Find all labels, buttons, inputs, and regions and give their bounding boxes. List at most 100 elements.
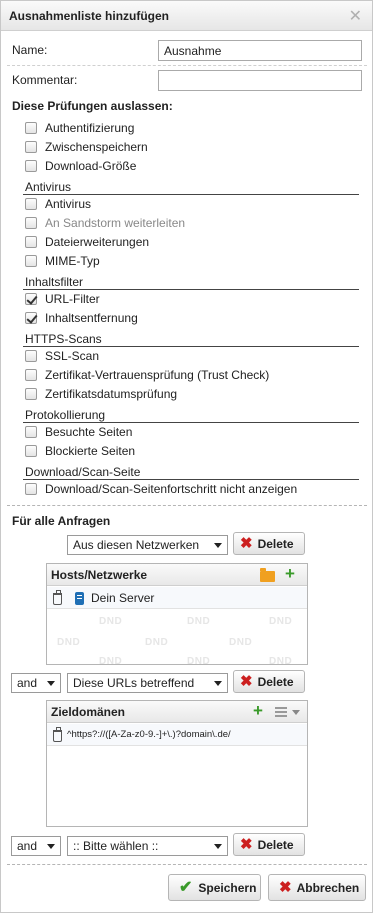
delete-button[interactable]: ✖ Delete	[233, 670, 305, 693]
panel-title: Hosts/Netzwerke	[51, 568, 148, 582]
operator-select[interactable]: and	[11, 836, 61, 856]
group-label-antivirus: Antivirus	[25, 180, 72, 194]
checkbox[interactable]	[25, 255, 37, 267]
url-rule-select[interactable]: Diese URLs betreffend	[67, 673, 228, 693]
panel-header: Zieldomänen +	[47, 701, 307, 723]
chevron-down-icon	[214, 844, 222, 849]
drop-hint: DND	[57, 637, 81, 648]
drop-hint: DND	[269, 616, 293, 627]
checkbox-mime-type[interactable]: MIME-Typ	[25, 253, 100, 269]
checkbox-trust-check[interactable]: Zertifikat-Vertrauensprüfung (Trust Chec…	[25, 367, 269, 383]
checkbox	[25, 217, 37, 229]
checkbox-cert-date[interactable]: Zertifikatsdatumsprüfung	[25, 386, 177, 402]
group-divider	[23, 479, 359, 480]
list-item[interactable]: ^https?://([A-Za-z0-9.-]+\.)?domain\.de/	[47, 724, 307, 746]
footer-divider	[7, 864, 367, 865]
hosts-networks-panel: Hosts/Netzwerke + Dein Server DND DND DN…	[46, 563, 308, 667]
name-label: Name:	[12, 43, 48, 57]
close-icon[interactable]: ✕	[349, 6, 362, 26]
checkbox-ssl-scan[interactable]: SSL-Scan	[25, 348, 99, 364]
trash-icon[interactable]	[53, 590, 62, 605]
checkbox[interactable]	[25, 122, 37, 134]
checkbox[interactable]	[25, 141, 37, 153]
form-separator	[7, 65, 367, 66]
checkbox[interactable]	[25, 445, 37, 457]
delete-icon: ✖	[240, 836, 253, 853]
add-exception-dialog: Ausnahmenliste hinzufügen ✕ Name: Kommen…	[0, 0, 373, 913]
checkbox-blocked-pages[interactable]: Blockierte Seiten	[25, 443, 135, 459]
checkbox[interactable]	[25, 369, 37, 381]
chevron-down-icon	[214, 543, 222, 548]
skip-checks-title: Diese Prüfungen auslassen:	[12, 99, 173, 113]
trash-icon[interactable]	[53, 727, 62, 742]
checkbox-file-extensions[interactable]: Dateierweiterungen	[25, 234, 149, 250]
section-divider	[7, 505, 367, 506]
server-icon	[75, 592, 84, 605]
check-icon: ✔	[179, 878, 193, 896]
group-label-logging: Protokollierung	[25, 408, 106, 422]
drop-hint: DND	[99, 616, 123, 627]
save-button[interactable]: ✔ Speichern	[168, 874, 261, 901]
network-rule-select[interactable]: Aus diesen Netzwerken	[67, 535, 228, 555]
host-name: Dein Server	[91, 591, 155, 605]
checkbox[interactable]	[25, 236, 37, 248]
chevron-down-icon	[47, 844, 55, 849]
delete-button[interactable]: ✖ Delete	[233, 532, 305, 555]
checkbox[interactable]	[25, 160, 37, 172]
operator-select[interactable]: and	[11, 673, 61, 693]
group-divider	[23, 289, 359, 290]
rule-type-select[interactable]: :: Bitte wählen ::	[67, 836, 228, 856]
group-label-https: HTTPS-Scans	[25, 332, 102, 346]
name-input[interactable]	[158, 40, 362, 61]
chevron-down-icon	[47, 681, 55, 686]
domain-regex: ^https?://([A-Za-z0-9.-]+\.)?domain\.de/	[67, 729, 231, 740]
dialog-titlebar: Ausnahmenliste hinzufügen ✕	[1, 1, 372, 31]
drop-hint: DND	[229, 637, 253, 648]
add-icon[interactable]: +	[253, 702, 263, 719]
drop-hint: DND	[99, 656, 123, 667]
panel-title: Zieldomänen	[51, 705, 126, 719]
folder-icon[interactable]	[260, 568, 275, 582]
cancel-button[interactable]: ✖ Abbrechen	[268, 874, 366, 901]
checkbox[interactable]	[25, 426, 37, 438]
checkbox-antivirus[interactable]: Antivirus	[25, 196, 91, 212]
drop-hint: DND	[187, 616, 211, 627]
checkbox-caching[interactable]: Zwischenspeichern	[25, 139, 148, 155]
checkbox[interactable]	[25, 198, 37, 210]
add-icon[interactable]: +	[285, 565, 295, 582]
comment-input[interactable]	[158, 70, 362, 91]
dialog-title: Ausnahmenliste hinzufügen	[9, 9, 170, 23]
delete-button[interactable]: ✖ Delete	[233, 833, 305, 856]
checkbox[interactable]	[25, 350, 37, 362]
group-label-download-page: Download/Scan-Seite	[25, 465, 141, 479]
panel-header: Hosts/Netzwerke +	[47, 564, 307, 586]
checkbox[interactable]	[25, 312, 37, 324]
group-label-content-filter: Inhaltsfilter	[25, 275, 84, 289]
list-icon[interactable]	[275, 707, 287, 717]
checkbox[interactable]	[25, 483, 37, 495]
group-divider	[23, 194, 359, 195]
checkbox-authentication[interactable]: Authentifizierung	[25, 120, 134, 136]
group-divider	[23, 346, 359, 347]
checkbox-visited-pages[interactable]: Besuchte Seiten	[25, 424, 132, 440]
chevron-down-icon[interactable]	[292, 710, 300, 715]
drop-hint: DND	[187, 656, 211, 667]
checkbox[interactable]	[25, 388, 37, 400]
comment-label: Kommentar:	[12, 73, 78, 87]
requests-title: Für alle Anfragen	[12, 514, 111, 528]
checkbox-content-removal[interactable]: Inhaltsentfernung	[25, 310, 138, 326]
chevron-down-icon	[214, 681, 222, 686]
checkbox-hide-progress[interactable]: Download/Scan-Seitenfortschritt nicht an…	[25, 481, 297, 497]
drop-hint: DND	[145, 637, 169, 648]
group-divider	[23, 422, 359, 423]
checkbox[interactable]	[25, 293, 37, 305]
checkbox-download-size[interactable]: Download-Größe	[25, 158, 136, 174]
drop-hint: DND	[269, 656, 293, 667]
list-item[interactable]: Dein Server	[47, 587, 307, 609]
checkbox-url-filter[interactable]: URL-Filter	[25, 291, 100, 307]
checkbox-sandstorm: An Sandstorm weiterleiten	[25, 215, 185, 231]
delete-icon: ✖	[240, 535, 253, 552]
cancel-icon: ✖	[279, 879, 292, 896]
delete-icon: ✖	[240, 673, 253, 690]
target-domains-panel: Zieldomänen + ^https?://([A-Za-z0-9.-]+\…	[46, 700, 308, 827]
